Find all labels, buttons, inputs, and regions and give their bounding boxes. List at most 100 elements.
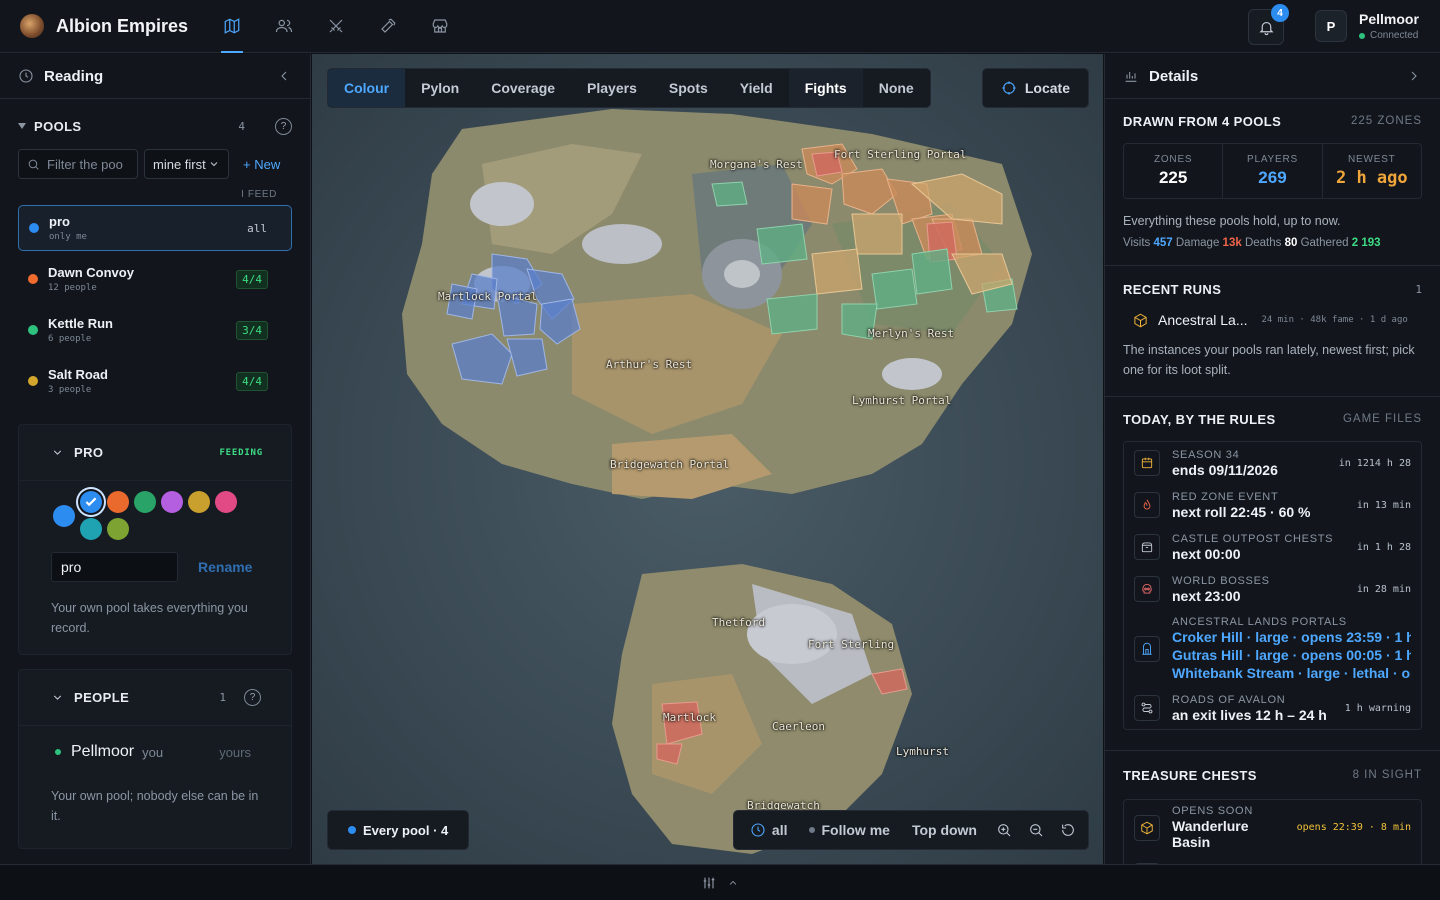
color-swatch-selected[interactable]	[80, 491, 102, 513]
top-down-button[interactable]: Top down	[901, 822, 988, 838]
reset-icon	[1062, 824, 1074, 836]
new-pool-button[interactable]: + New	[235, 157, 280, 172]
reset-view-button[interactable]	[1052, 822, 1088, 838]
pool-sort-select[interactable]: mine first	[144, 149, 229, 179]
pro-card-note: Your own pool takes everything you recor…	[51, 601, 248, 635]
pools-header[interactable]: POOLS 4 ?	[0, 107, 310, 145]
avalon-row[interactable]: ROADS OF AVALON an exit lives 12 h – 24 …	[1124, 687, 1421, 729]
stats-grid: ZONES 225 PLAYERS 269 NEWEST 2 h ago	[1123, 143, 1422, 199]
expand-chevron-icon[interactable]	[1406, 68, 1422, 84]
map-mode-tab[interactable]: Yield	[724, 69, 789, 107]
pool-feed-badge[interactable]: 3/4	[236, 320, 268, 340]
hammer-icon	[381, 18, 396, 33]
nav-map[interactable]	[206, 0, 258, 53]
zoom-in-button[interactable]	[988, 822, 1020, 838]
color-swatch[interactable]	[134, 491, 156, 513]
pool-color-dot	[28, 376, 38, 386]
map-mode-tab[interactable]: Spots	[653, 69, 724, 107]
rule-icon-box	[1134, 492, 1160, 518]
avalon-time: 1 h warning	[1344, 702, 1411, 714]
portals-row[interactable]: ANCESTRAL LANDS PORTALS Croker Hill · la…	[1124, 610, 1421, 687]
stat-label: PLAYERS	[1246, 154, 1298, 165]
color-swatch[interactable]	[215, 491, 237, 513]
pools-title: POOLS	[34, 118, 82, 134]
portal-line[interactable]: Whitebank Stream · large · lethal · ope	[1172, 664, 1411, 682]
collapse-chevron-icon[interactable]	[276, 68, 292, 84]
help-icon[interactable]: ?	[275, 117, 292, 135]
color-swatch[interactable]	[161, 491, 183, 513]
avalon-value: an exit lives 12 h – 24 h	[1172, 706, 1327, 723]
follow-label: Follow me	[821, 822, 890, 838]
color-swatch[interactable]	[107, 491, 129, 513]
brand[interactable]: Albion Empires	[0, 14, 206, 38]
world-map[interactable]: Morgana's Rest Fort Sterling Portal Mart…	[312, 54, 1103, 864]
follow-me-button[interactable]: Follow me	[798, 822, 900, 838]
stat-value: 225	[1158, 168, 1188, 187]
portal-line[interactable]: Croker Hill · large · opens 23:59 · 1 h …	[1172, 628, 1411, 646]
pool-feed-value[interactable]: all	[247, 222, 267, 235]
run-row[interactable]: Ancestral La... 24 min · 48k fame · 1 d …	[1123, 312, 1422, 328]
drawn-desc: Everything these pools hold, up to now.	[1123, 214, 1341, 228]
pool-color-dot	[29, 223, 39, 233]
portal-icon	[1142, 642, 1152, 655]
pro-card-header[interactable]: PRO FEEDING	[19, 425, 291, 481]
chest-time: opens 22:39 · 8 min	[1296, 822, 1411, 833]
color-swatch[interactable]	[107, 518, 129, 540]
chevron-up-icon[interactable]	[727, 877, 739, 889]
pool-name: pro	[49, 214, 70, 229]
rename-button[interactable]: Rename	[198, 559, 252, 575]
nav-people[interactable]	[258, 0, 310, 53]
pool-feed-badge[interactable]: 4/4	[236, 269, 268, 289]
color-swatches	[53, 491, 273, 540]
rule-row[interactable]: WORLD BOSSES next 23:00 in 28 min	[1124, 568, 1421, 610]
zoom-out-button[interactable]	[1020, 822, 1052, 838]
portal-line[interactable]: Gutras Hill · large · opens 00:05 · 1 h …	[1172, 646, 1411, 664]
map-mode-tab[interactable]: Players	[571, 69, 653, 107]
run-name: Ancestral La...	[1158, 312, 1248, 328]
nav-market[interactable]	[414, 0, 466, 53]
map-label: Morgana's Rest	[710, 158, 803, 171]
notifications-button[interactable]: 4	[1248, 4, 1289, 45]
rule-row[interactable]: CASTLE OUTPOST CHESTS next 00:00 in 1 h …	[1124, 526, 1421, 568]
map-mode-tab[interactable]: Pylon	[405, 69, 475, 107]
route-icon	[1141, 702, 1153, 714]
help-icon[interactable]: ?	[244, 689, 261, 706]
runs-desc: The instances your pools ran lately, new…	[1123, 343, 1415, 377]
chest-row[interactable]: OPENS SOON Wanderlure Basin opens 22:39 …	[1124, 800, 1421, 855]
people-card-header[interactable]: PEOPLE 1 ?	[19, 670, 291, 726]
pool-item[interactable]: Kettle Run 6 people 3/4	[18, 307, 292, 353]
color-swatch[interactable]	[53, 504, 75, 527]
pool-name-input[interactable]: pro	[51, 552, 178, 582]
rule-label: WORLD BOSSES	[1172, 574, 1270, 587]
user-menu[interactable]: P Pellmoor Connected	[1315, 10, 1419, 42]
cube-icon	[1134, 313, 1147, 327]
stat-zones: ZONES 225	[1124, 144, 1224, 198]
app-title: Albion Empires	[56, 15, 189, 36]
time-all-button[interactable]: all	[734, 822, 799, 838]
map-mode-tab[interactable]: Coverage	[475, 69, 571, 107]
map-controls: all Follow me Top down	[732, 810, 1089, 850]
left-sidebar: Reading POOLS 4 ? Filter the poo mine fi…	[0, 54, 311, 864]
every-pool-button[interactable]: Every pool · 4	[327, 810, 470, 850]
color-swatch[interactable]	[188, 491, 210, 513]
map-mode-tab[interactable]: None	[863, 69, 930, 107]
color-swatch[interactable]	[80, 518, 102, 540]
map-mode-tab[interactable]: Fights	[788, 69, 863, 107]
locate-button[interactable]: Locate	[981, 68, 1089, 108]
nav-craft[interactable]	[362, 0, 414, 53]
pool-item[interactable]: Dawn Convoy 12 people 4/4	[18, 256, 292, 302]
avatar: P	[1315, 10, 1347, 42]
person-row[interactable]: Pellmoor you yours	[19, 726, 291, 778]
pool-item[interactable]: pro only me all	[18, 205, 292, 251]
pool-feed-badge[interactable]: 4/4	[236, 371, 268, 391]
pool-item[interactable]: Salt Road 3 people 4/4	[18, 358, 292, 404]
sliders-icon[interactable]	[701, 875, 717, 891]
chest-row[interactable]: OPENS SOON opens 22:51 · 20 min	[1124, 855, 1421, 864]
pool-filter-input[interactable]: Filter the poo	[18, 149, 138, 179]
rule-row[interactable]: SEASON 34 ends 09/11/2026 in 1214 h 28	[1124, 442, 1421, 484]
map-mode-tab[interactable]: Colour	[328, 69, 406, 107]
rule-row[interactable]: RED ZONE EVENT next roll 22:45 · 60 % in…	[1124, 484, 1421, 526]
nav-fights[interactable]	[310, 0, 362, 53]
pool-color-dot	[28, 274, 38, 284]
store-icon	[432, 19, 448, 33]
